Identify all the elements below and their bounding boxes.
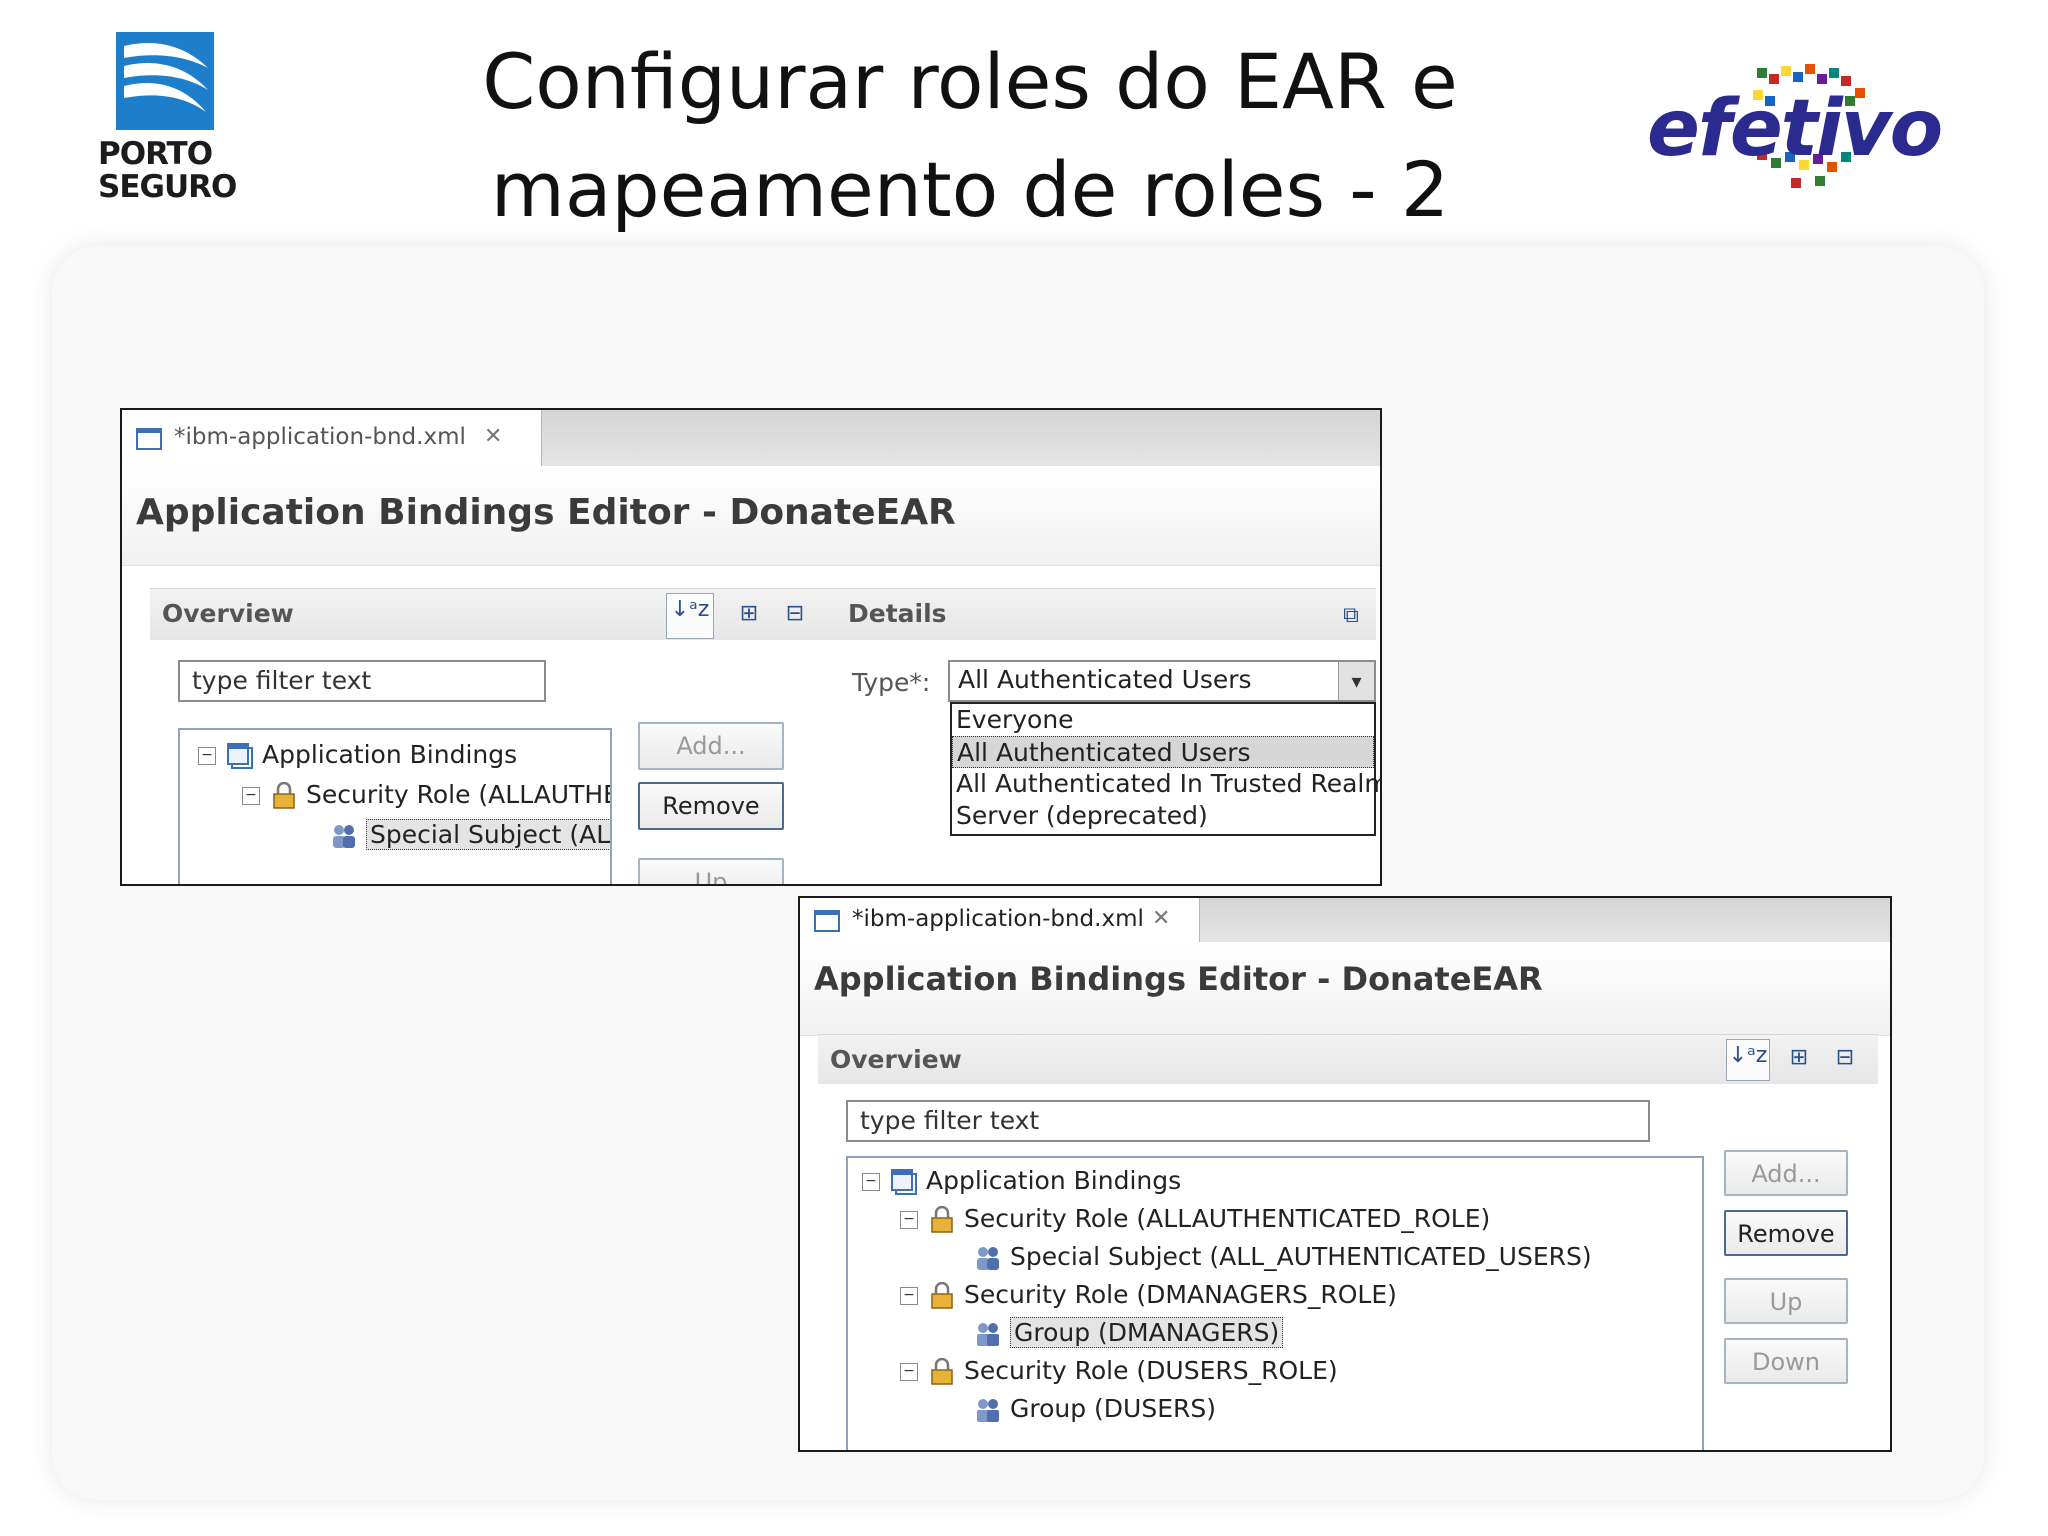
type-option-all-authenticated-users[interactable]: All Authenticated Users <box>952 736 1374 768</box>
overview-section-header: Overview ↓ᵃz ⊞ ⊟ <box>818 1034 1878 1084</box>
tree-node-label: Security Role (ALLAUTHE <box>306 780 612 809</box>
editor-title-band: Application Bindings Editor - DonateEAR <box>122 466 1380 566</box>
security-role-icon <box>928 1205 956 1234</box>
tree-node-security-role-dmanagers[interactable]: − Security Role (DMANAGERS_ROLE) <box>900 1278 1397 1312</box>
remove-button[interactable]: Remove <box>1724 1210 1848 1256</box>
editor-tabstrip: *ibm-application-bnd.xml ✕ <box>122 410 1380 466</box>
porto-seguro-logo: PORTO SEGURO <box>98 32 248 204</box>
tree-node-application-bindings[interactable]: − Application Bindings <box>862 1164 1181 1198</box>
editor-screenshot-2: *ibm-application-bnd.xml ✕ Application B… <box>798 896 1892 1452</box>
tree-node-special-subject[interactable]: Special Subject (ALL_AUTHENTICATED_USERS… <box>974 1240 1592 1274</box>
tree-node-label: Security Role (DMANAGERS_ROLE) <box>964 1280 1397 1309</box>
tree-node-label: Security Role (ALLAUTHENTICATED_ROLE) <box>964 1204 1491 1233</box>
tree-node-security-role-allauthenticated[interactable]: − Security Role (ALLAUTHENTICATED_ROLE) <box>900 1202 1490 1236</box>
special-subject-icon <box>330 822 358 850</box>
sort-az-icon[interactable]: ↓ᵃz <box>1726 1039 1770 1081</box>
tab-ibm-application-bnd[interactable]: *ibm-application-bnd.xml ✕ <box>800 898 1200 942</box>
add-button[interactable]: Add... <box>1724 1150 1848 1196</box>
type-option-all-authenticated-trusted-realms[interactable]: All Authenticated In Trusted Realms <box>952 768 1380 800</box>
up-button[interactable]: Up <box>638 858 784 884</box>
editor-title-band: Application Bindings Editor - DonateEAR <box>800 942 1890 1036</box>
chevron-down-icon[interactable]: ▾ <box>1338 662 1374 700</box>
tree-node-label: Application Bindings <box>262 740 518 769</box>
collapse-toggle-icon[interactable]: − <box>198 747 216 765</box>
details-label: Details <box>848 599 947 628</box>
type-label: Type*: <box>852 668 931 697</box>
type-dropdown-list[interactable]: Everyone All Authenticated Users All Aut… <box>950 702 1380 836</box>
expand-all-icon[interactable]: ⊞ <box>730 597 768 633</box>
tree-node-label: Group (DMANAGERS) <box>1010 1317 1284 1348</box>
collapse-all-icon[interactable]: ⊟ <box>1826 1041 1864 1077</box>
filter-input[interactable]: type filter text <box>846 1100 1650 1142</box>
porto-seguro-sail-icon <box>116 32 214 130</box>
down-button[interactable]: Down <box>1724 1338 1848 1384</box>
sort-az-icon[interactable]: ↓ᵃz <box>666 593 714 639</box>
tree-node-label: Special Subject (ALL_AUTHENTICATED_USERS… <box>1010 1242 1592 1271</box>
remove-button[interactable]: Remove <box>638 782 784 830</box>
special-subject-icon <box>974 1244 1002 1272</box>
collapse-toggle-icon[interactable]: − <box>900 1287 918 1305</box>
overview-label: Overview <box>830 1045 962 1074</box>
tree-node-application-bindings[interactable]: − Application Bindings <box>198 738 517 772</box>
security-role-icon <box>928 1281 956 1310</box>
tree-node-security-role[interactable]: − Security Role (ALLAUTHE <box>242 778 612 812</box>
editor-tabstrip: *ibm-application-bnd.xml ✕ <box>800 898 1890 942</box>
overview-section-header: Overview ↓ᵃz ⊞ ⊟ <box>150 588 840 640</box>
up-button[interactable]: Up <box>1724 1278 1848 1324</box>
tree-node-label: Group (DUSERS) <box>1010 1394 1217 1423</box>
filter-input[interactable]: type filter text <box>178 660 546 702</box>
tree-node-special-subject[interactable]: Special Subject (ALL_ <box>330 818 610 852</box>
collapse-toggle-icon[interactable]: − <box>900 1211 918 1229</box>
bindings-tree[interactable]: − Application Bindings − Security Role (… <box>178 728 612 884</box>
editor-file-icon <box>814 910 840 932</box>
collapse-toggle-icon[interactable]: − <box>862 1173 880 1191</box>
slide-title: Configurar roles do EAR e mapeamento de … <box>482 37 1458 234</box>
editor-title: Application Bindings Editor - DonateEAR <box>136 492 956 533</box>
collapse-all-icon[interactable]: ⊟ <box>776 597 814 633</box>
editor-screenshot-1: *ibm-application-bnd.xml ✕ Application B… <box>120 408 1382 886</box>
tab-label: *ibm-application-bnd.xml <box>852 906 1144 932</box>
editor-title: Application Bindings Editor - DonateEAR <box>814 960 1543 998</box>
tree-node-label: Security Role (DUSERS_ROLE) <box>964 1356 1338 1385</box>
tab-ibm-application-bnd[interactable]: *ibm-application-bnd.xml ✕ <box>122 410 542 466</box>
group-icon <box>974 1396 1002 1424</box>
app-bindings-icon <box>226 742 254 770</box>
tab-label: *ibm-application-bnd.xml <box>174 424 466 450</box>
tree-node-group-dusers[interactable]: Group (DUSERS) <box>974 1392 1216 1426</box>
overview-label: Overview <box>162 599 294 628</box>
editor-file-icon <box>136 428 162 450</box>
close-icon[interactable]: ✕ <box>484 424 502 449</box>
security-role-icon <box>270 781 298 810</box>
efetivo-wordmark: efetivo <box>1647 84 1943 174</box>
app-bindings-icon <box>890 1168 918 1196</box>
security-role-icon <box>928 1357 956 1386</box>
tree-node-security-role-dusers[interactable]: − Security Role (DUSERS_ROLE) <box>900 1354 1338 1388</box>
tree-node-group-dmanagers[interactable]: Group (DMANAGERS) <box>974 1316 1284 1350</box>
details-section-header: Details ⧉ <box>836 588 1376 640</box>
type-option-everyone[interactable]: Everyone <box>952 704 1374 736</box>
type-select-value: All Authenticated Users <box>958 665 1252 694</box>
expand-all-icon[interactable]: ⊞ <box>1780 1041 1818 1077</box>
group-icon <box>974 1320 1002 1348</box>
add-button[interactable]: Add... <box>638 722 784 770</box>
tree-node-label: Application Bindings <box>926 1166 1182 1195</box>
porto-seguro-wordmark: PORTO SEGURO <box>98 136 237 205</box>
collapse-toggle-icon[interactable]: − <box>242 787 260 805</box>
type-select[interactable]: All Authenticated Users ▾ <box>948 660 1376 702</box>
collapse-toggle-icon[interactable]: − <box>900 1363 918 1381</box>
maximize-icon[interactable]: ⧉ <box>1332 599 1370 635</box>
bindings-tree[interactable]: − Application Bindings − Security Role (… <box>846 1156 1704 1450</box>
close-icon[interactable]: ✕ <box>1152 906 1170 931</box>
tree-node-label: Special Subject (ALL_ <box>366 819 610 850</box>
type-option-server-deprecated[interactable]: Server (deprecated) <box>952 800 1374 832</box>
efetivo-logo: efetivo <box>1645 60 1975 200</box>
